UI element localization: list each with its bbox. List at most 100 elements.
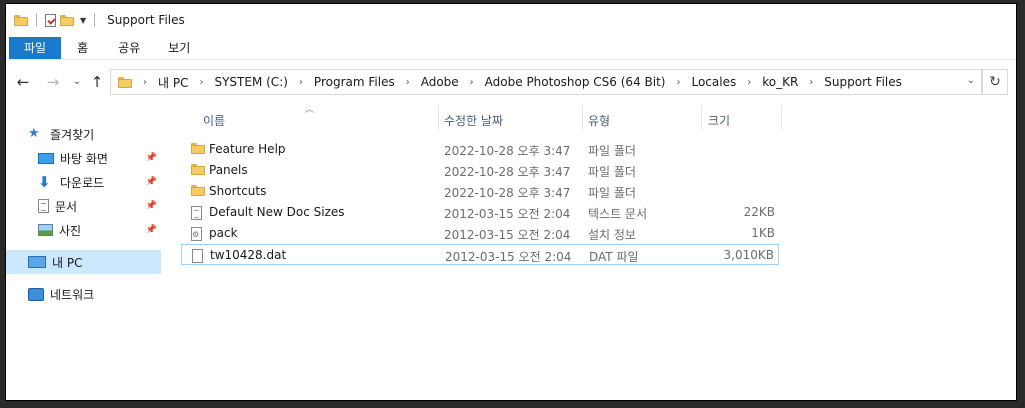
file-size: 22KB: [743, 205, 775, 219]
breadcrumb-drive[interactable]: SYSTEM (C:): [214, 75, 287, 89]
sidebar-item-pictures[interactable]: 사진 📌: [38, 218, 161, 242]
list-item[interactable]: pack 2012-03-15 오전 2:04 설치 정보 1KB: [181, 223, 779, 244]
properties-icon[interactable]: [45, 13, 56, 27]
sidebar-item-label: 네트워크: [50, 287, 95, 302]
tab-view[interactable]: 보기: [154, 37, 204, 59]
file-date: 2012-03-15 오전 2:04: [445, 250, 572, 264]
column-divider[interactable]: [781, 106, 782, 130]
list-item[interactable]: Shortcuts 2022-10-28 오후 3:47 파일 폴더: [181, 181, 779, 202]
pc-icon: [28, 256, 46, 268]
file-name: pack: [209, 226, 238, 240]
breadcrumb-photoshop[interactable]: Adobe Photoshop CS6 (64 Bit): [485, 75, 666, 89]
chevron-right-icon[interactable]: ›: [747, 77, 751, 88]
quick-access-toolbar: ▼: [14, 13, 99, 27]
forward-icon[interactable]: →: [44, 73, 62, 91]
column-divider[interactable]: [701, 106, 702, 130]
folder-icon: [191, 164, 205, 175]
chevron-right-icon[interactable]: ›: [199, 77, 203, 88]
setup-file-icon: [191, 227, 202, 241]
file-name: Panels: [209, 163, 248, 177]
qat-separator: [94, 13, 96, 27]
pictures-icon: [38, 224, 53, 236]
file-name: Shortcuts: [209, 184, 267, 198]
column-header-size[interactable]: 크기: [708, 112, 730, 128]
pin-icon[interactable]: 📌: [146, 177, 157, 187]
file-name: tw10428.dat: [210, 248, 287, 262]
list-item[interactable]: Feature Help 2022-10-28 오후 3:47 파일 폴더: [181, 139, 779, 160]
file-date: 2022-10-28 오후 3:47: [444, 186, 571, 200]
up-icon[interactable]: ↑: [88, 73, 106, 91]
column-header-type[interactable]: 유형: [588, 112, 610, 128]
pin-icon[interactable]: 📌: [146, 153, 157, 163]
breadcrumb-adobe[interactable]: Adobe: [421, 75, 459, 89]
folder-icon: [118, 76, 132, 88]
file-type: 설치 정보: [588, 228, 636, 242]
customize-qat-icon[interactable]: ▼: [80, 16, 86, 25]
chevron-right-icon[interactable]: ›: [809, 77, 813, 88]
sort-ascending-icon: ︿: [305, 105, 315, 115]
pin-icon[interactable]: 📌: [146, 201, 157, 211]
sidebar-item-desktop[interactable]: 바탕 화면 📌: [38, 146, 161, 170]
back-icon[interactable]: ←: [14, 73, 32, 91]
file-type: 텍스트 문서: [588, 207, 648, 221]
explorer-window: ▼ Support Files 파일 홈 공유 보기 ← → ⌄ ↑ › 내 P…: [6, 4, 1016, 400]
folder-icon: [191, 143, 205, 154]
folder-icon: [191, 185, 205, 196]
refresh-icon[interactable]: ↻: [982, 69, 1008, 95]
file-type: 파일 폴더: [588, 144, 636, 158]
breadcrumb-program-files[interactable]: Program Files: [314, 75, 395, 89]
breadcrumb-ko-kr[interactable]: ko_KR: [762, 75, 798, 89]
star-icon: ★: [28, 126, 40, 141]
download-icon: ⬇: [38, 173, 51, 191]
desktop-icon: [38, 152, 54, 164]
column-header-date[interactable]: 수정한 날짜: [444, 112, 503, 128]
sidebar-item-label: 내 PC: [52, 255, 83, 270]
tab-file[interactable]: 파일: [9, 37, 62, 59]
chevron-right-icon[interactable]: ›: [470, 77, 474, 88]
text-file-icon: [191, 206, 202, 220]
qat-separator: [36, 13, 37, 27]
file-date: 2012-03-15 오전 2:04: [444, 207, 571, 221]
file-name: Default New Doc Sizes: [209, 205, 345, 219]
breadcrumb-locales[interactable]: Locales: [691, 75, 736, 89]
chevron-right-icon[interactable]: ›: [299, 77, 303, 88]
file-type: 파일 폴더: [588, 186, 636, 200]
tab-share[interactable]: 공유: [104, 37, 154, 59]
file-date: 2012-03-15 오전 2:04: [444, 228, 571, 242]
column-header-name[interactable]: 이름: [203, 112, 225, 128]
chevron-right-icon[interactable]: ›: [676, 77, 680, 88]
network-icon: [28, 287, 44, 301]
new-folder-icon[interactable]: [60, 14, 74, 26]
navigation-bar: ← → ⌄ ↑ › 내 PC › SYSTEM (C:) › Program F…: [6, 67, 1016, 97]
sidebar-item-downloads[interactable]: ⬇ 다운로드 📌: [38, 170, 161, 194]
column-divider[interactable]: [582, 106, 583, 130]
file-date: 2022-10-28 오후 3:47: [444, 144, 571, 158]
sidebar-item-documents[interactable]: 문서 📌: [38, 194, 161, 218]
navigation-pane: ★ 즐겨찾기 바탕 화면 📌 ⬇ 다운로드 📌 문서 📌 사진 📌 내 PC 네…: [6, 100, 166, 400]
sidebar-item-quick-access[interactable]: ★ 즐겨찾기: [28, 122, 161, 146]
chevron-down-icon[interactable]: ⌄: [967, 75, 975, 86]
sidebar-item-network[interactable]: 네트워크: [28, 282, 161, 306]
window-title: Support Files: [107, 13, 185, 27]
list-item[interactable]: Panels 2022-10-28 오후 3:47 파일 폴더: [181, 160, 779, 181]
ribbon-tabs: 파일 홈 공유 보기: [6, 37, 1016, 60]
list-item[interactable]: Default New Doc Sizes 2012-03-15 오전 2:04…: [181, 202, 779, 223]
sidebar-item-this-pc[interactable]: 내 PC: [6, 250, 161, 274]
recent-locations-icon[interactable]: ⌄: [68, 73, 86, 91]
chevron-right-icon[interactable]: ›: [143, 77, 147, 88]
title-bar: ▼ Support Files: [6, 4, 1016, 36]
file-type: 파일 폴더: [588, 165, 636, 179]
list-item[interactable]: tw10428.dat 2012-03-15 오전 2:04 DAT 파일 3,…: [181, 244, 779, 265]
address-bar[interactable]: › 내 PC › SYSTEM (C:) › Program Files › A…: [110, 69, 982, 95]
sidebar-item-label: 바탕 화면: [60, 151, 108, 166]
file-date: 2022-10-28 오후 3:47: [444, 165, 571, 179]
breadcrumb-support-files[interactable]: Support Files: [824, 75, 902, 89]
column-divider[interactable]: [438, 106, 439, 130]
chevron-right-icon[interactable]: ›: [406, 77, 410, 88]
pin-icon[interactable]: 📌: [146, 225, 157, 235]
file-icon: [192, 249, 203, 263]
breadcrumb-this-pc[interactable]: 내 PC: [158, 74, 188, 91]
file-type: DAT 파일: [589, 250, 639, 264]
tab-home[interactable]: 홈: [61, 37, 104, 59]
sidebar-item-label: 문서: [55, 199, 78, 214]
